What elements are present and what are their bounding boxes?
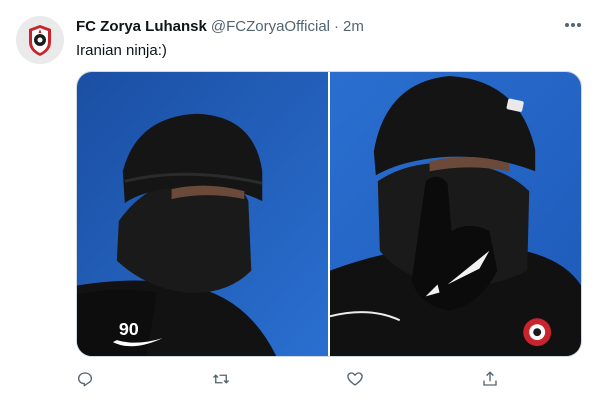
more-options-icon[interactable] (560, 14, 586, 36)
avatar[interactable] (16, 16, 64, 64)
timestamp[interactable]: 2m (343, 18, 364, 35)
photo-2[interactable] (330, 72, 581, 356)
user-handle[interactable]: @FCZoryaOfficial (211, 18, 330, 35)
photo-1[interactable]: 90 (77, 72, 328, 356)
tweet-actions (70, 366, 510, 392)
media-grid: 90 (76, 71, 582, 357)
separator-dot: · (334, 17, 339, 35)
jersey-number: 90 (119, 319, 139, 339)
tweet: FC Zorya Luhansk @FCZoryaOfficial · 2m I… (0, 0, 601, 400)
tweet-header: FC Zorya Luhansk @FCZoryaOfficial · 2m (76, 16, 364, 36)
reply-icon[interactable] (70, 366, 100, 392)
retweet-icon[interactable] (206, 366, 236, 392)
display-name[interactable]: FC Zorya Luhansk (76, 18, 207, 35)
tweet-text: Iranian ninja:) (76, 42, 167, 59)
share-icon[interactable] (475, 366, 505, 392)
club-crest-icon (16, 16, 64, 64)
like-icon[interactable] (340, 366, 370, 392)
